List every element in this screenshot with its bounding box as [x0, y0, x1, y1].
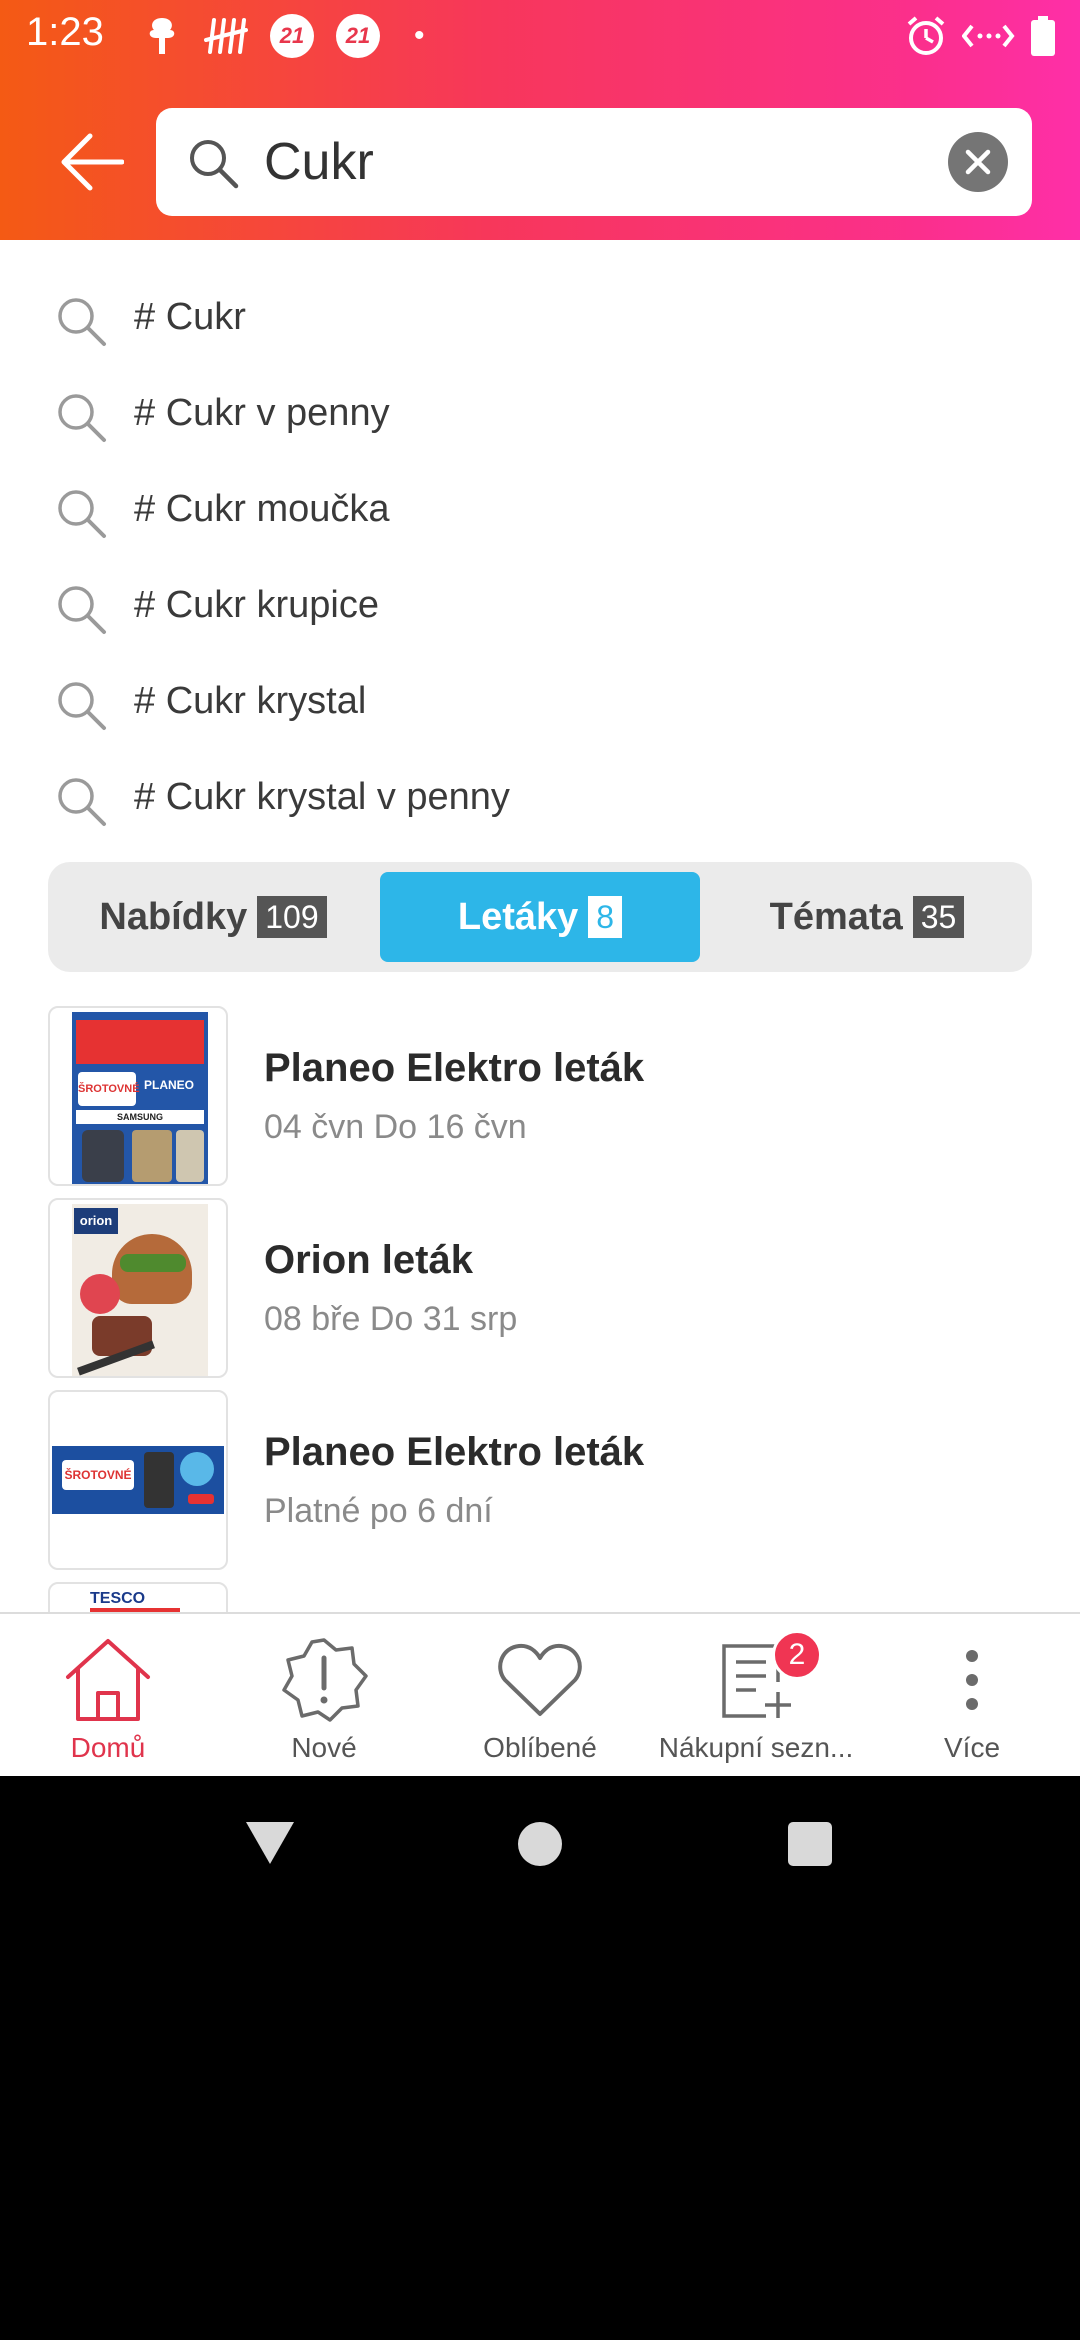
tab-offers[interactable]: Nabídky 109: [58, 872, 368, 962]
tab-label: Letáky: [457, 895, 579, 938]
nav-new[interactable]: Nové: [216, 1614, 432, 1776]
nav-label: Nákupní sezn...: [658, 1732, 854, 1763]
suggestion-item[interactable]: # Cukr krystal: [0, 656, 1080, 752]
suggestion-item[interactable]: # Cukr krystal v penny: [0, 752, 1080, 848]
app-screen: 1:23 21 21 • Cukr # Cukr # Cukr v penny …: [0, 0, 1080, 1776]
tab-flyers[interactable]: Letáky 8: [380, 872, 700, 962]
suggestion-label: # Cukr krystal: [134, 680, 367, 722]
close-icon: [965, 149, 991, 175]
status-time: 1:23: [26, 10, 104, 54]
system-navigation-bar: [0, 1776, 1080, 1916]
search-icon: [58, 586, 106, 634]
flyer-title: Planeo Elektro leták: [264, 1430, 645, 1474]
thumb-text: ŠROTOVNÉ: [62, 1460, 134, 1490]
search-icon: [58, 490, 106, 538]
tab-label: Nabídky: [99, 895, 248, 938]
tab-count: 35: [912, 896, 965, 938]
back-triangle-icon[interactable]: [244, 1818, 296, 1866]
back-button[interactable]: [56, 122, 128, 202]
heart-icon: [490, 1634, 590, 1726]
nav-favorites[interactable]: Oblíbené: [432, 1614, 648, 1776]
thumb-text: orion: [74, 1208, 118, 1234]
flyer-item[interactable]: ŠROTOVNÉ Planeo Elektro leták Platné po …: [48, 1390, 1032, 1570]
tab-count: 8: [588, 896, 623, 938]
flyer-item[interactable]: ŠROTOVNÉ PLANEO SAMSUNG Planeo Elektro l…: [48, 1006, 1032, 1186]
suggestion-label: # Cukr moučka: [134, 488, 390, 530]
suggestion-label: # Cukr krystal v penny: [134, 776, 510, 818]
result-type-tabs: Nabídky 109 Letáky 8 Témata 35: [48, 862, 1032, 972]
tally-icon: [204, 14, 248, 58]
search-icon: [190, 140, 239, 189]
nav-label: Oblíbené: [483, 1732, 597, 1763]
search-input[interactable]: [264, 126, 884, 198]
nav-label: Nové: [291, 1732, 357, 1763]
suggestion-label: # Cukr: [134, 296, 246, 338]
thumb-text: PLANEO: [144, 1078, 195, 1092]
header: 1:23 21 21 •: [0, 0, 1080, 240]
clear-search-button[interactable]: [948, 132, 1008, 192]
nav-home[interactable]: Domů: [0, 1614, 216, 1776]
status-bar: 1:23 21 21 •: [0, 0, 1080, 72]
arrow-left-icon: [61, 133, 124, 191]
suggestion-item[interactable]: # Cukr v penny: [0, 368, 1080, 464]
nav-more[interactable]: Více: [864, 1614, 1080, 1776]
flyer-title: Orion leták: [264, 1238, 473, 1282]
shopping-list-badge: 2: [772, 1630, 822, 1680]
suggestion-label: # Cukr krupice: [134, 584, 379, 626]
tab-topics[interactable]: Témata 35: [712, 872, 1022, 962]
suggestion-item[interactable]: # Cukr krupice: [0, 560, 1080, 656]
suggestion-item[interactable]: # Cukr moučka: [0, 464, 1080, 560]
flyer-thumbnail: orion: [48, 1198, 228, 1378]
flyer-validity: 08 bře Do 31 srp: [264, 1300, 518, 1338]
nav-shopping-list[interactable]: Nákupní sezn...: [648, 1614, 864, 1776]
nav-label: Domů: [70, 1732, 146, 1763]
search-icon: [58, 682, 106, 730]
thumb-text: TESCO: [90, 1590, 146, 1607]
home-icon: [58, 1634, 158, 1726]
tab-count: 109: [257, 896, 327, 938]
nav-label: Více: [943, 1732, 1001, 1763]
flyer-thumbnail: ŠROTOVNÉ: [48, 1390, 228, 1570]
notification-icon: [140, 14, 184, 58]
suggestion-item[interactable]: # Cukr: [0, 272, 1080, 368]
more-notifications-dot: •: [414, 19, 425, 52]
data-sync-icon: [962, 14, 1016, 58]
new-badge-icon: [274, 1634, 374, 1726]
flyer-validity: Platné po 6 dní: [264, 1492, 493, 1530]
search-bar[interactable]: [156, 108, 1032, 216]
flyer-title: Planeo Elektro leták: [264, 1046, 645, 1090]
more-vertical-icon: [922, 1634, 1022, 1726]
search-icon: [58, 394, 106, 442]
search-icon: [58, 298, 106, 346]
tab-label: Témata: [769, 895, 903, 938]
battery-icon: [1028, 14, 1058, 58]
alarm-icon: [902, 14, 950, 58]
bottom-navigation: Domů Nové Oblíbené Nákupní sezn... 2 Víc: [0, 1612, 1080, 1776]
search-icon: [58, 778, 106, 826]
flyer-validity: 04 čvn Do 16 čvn: [264, 1108, 527, 1146]
suggestion-label: # Cukr v penny: [134, 392, 390, 434]
thumb-text: SAMSUNG: [76, 1110, 204, 1124]
thumb-text: ŠROTOVNÉ: [78, 1072, 140, 1106]
recents-square-icon[interactable]: [786, 1820, 834, 1868]
flyer-item[interactable]: orion Orion leták 08 bře Do 31 srp: [48, 1198, 1032, 1378]
home-circle-icon[interactable]: [516, 1820, 564, 1868]
badge-21-icon-2: 21: [336, 14, 380, 58]
badge-21-icon: 21: [270, 14, 314, 58]
flyer-thumbnail: ŠROTOVNÉ PLANEO SAMSUNG: [48, 1006, 228, 1186]
